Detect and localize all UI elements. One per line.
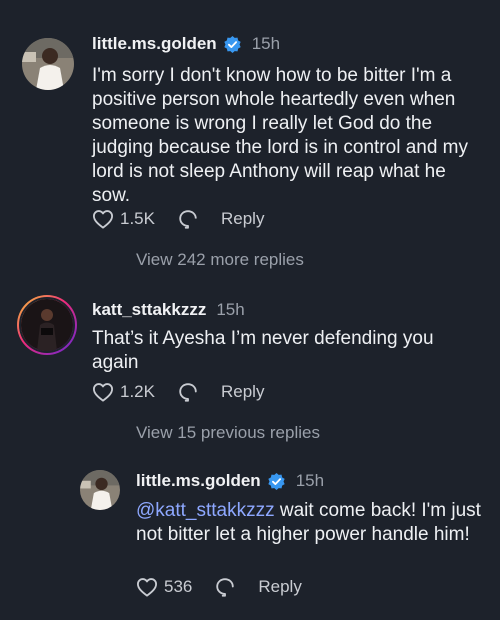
comment-1: little.ms.golden 15h I'm sorry I don't k… [0, 0, 500, 290]
like-button[interactable]: 536 [136, 577, 192, 597]
view-previous-replies-link[interactable]: View 15 previous replies [136, 423, 320, 443]
timestamp: 15h [216, 300, 245, 319]
like-count: 1.5K [120, 209, 155, 228]
like-count: 536 [164, 577, 193, 596]
view-more-replies-link[interactable]: View 242 more replies [136, 250, 304, 270]
heart-icon [93, 210, 113, 229]
comment-bubble-icon [179, 383, 197, 402]
reply-icon-button[interactable] [177, 381, 199, 403]
comment-2: katt_sttakkzzz 15h That’s it Ayesha I’m … [0, 290, 500, 455]
comment-text: I'm sorry I don't know how to be bitter … [92, 65, 469, 206]
comment-3-reply: little.ms.golden 15h @katt_sttakkzzz wai… [0, 455, 500, 620]
verified-badge-icon [268, 472, 285, 490]
like-button[interactable]: 1.2K [92, 382, 155, 402]
verified-badge-icon [224, 35, 241, 53]
reply-icon-button[interactable] [214, 576, 236, 598]
reply-icon-button[interactable] [177, 208, 199, 230]
comment-text: @katt_sttakkzzz wait come back! I'm just… [136, 499, 486, 547]
username[interactable]: little.ms.golden [92, 34, 217, 54]
reply-button[interactable]: Reply [221, 382, 264, 402]
heart-icon [137, 578, 157, 597]
username[interactable]: little.ms.golden [136, 471, 261, 491]
timestamp: 15h [251, 34, 281, 53]
mention-link[interactable]: @katt_sttakkzzz [136, 500, 275, 521]
like-count: 1.2K [120, 382, 155, 401]
comment-bubble-icon [216, 578, 235, 597]
comment-text: That’s it Ayesha I’m never defending you… [92, 328, 434, 373]
reply-button[interactable]: Reply [221, 209, 264, 229]
like-button[interactable]: 1.5K [92, 209, 155, 229]
avatar[interactable] [80, 470, 120, 510]
timestamp: 15h [295, 471, 325, 490]
comment-bubble-icon [179, 210, 198, 229]
heart-icon [93, 383, 113, 402]
avatar[interactable] [22, 38, 74, 90]
reply-button[interactable]: Reply [258, 577, 301, 597]
avatar-story-ring[interactable] [17, 295, 77, 355]
username[interactable]: katt_sttakkzzz [92, 300, 206, 320]
